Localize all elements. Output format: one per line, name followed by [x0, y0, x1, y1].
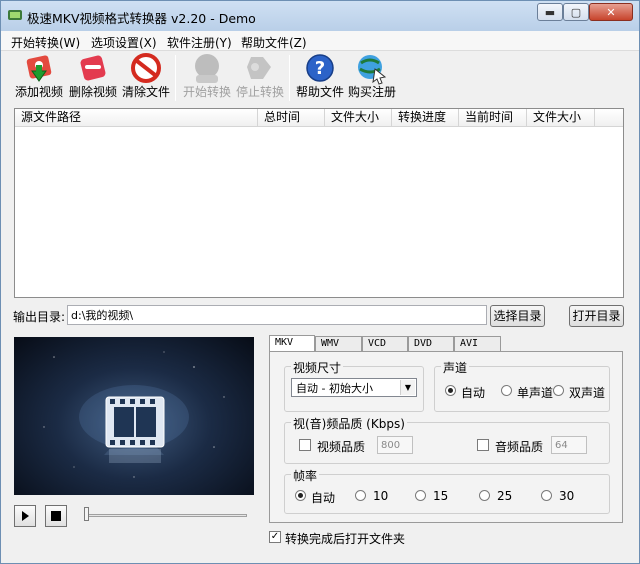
- output-dir-input[interactable]: [67, 305, 487, 325]
- toolbar: 添加视频 删除视频 清除文件 开始转换 停止转换 ? 帮助文件 购买注册: [1, 51, 639, 107]
- video-size-select[interactable]: 自动 - 初始大小 ▼: [291, 378, 417, 397]
- fps-30-radio[interactable]: [541, 490, 552, 501]
- minimize-button[interactable]: ▬: [537, 3, 563, 21]
- video-quality-label: 视频品质: [317, 440, 366, 454]
- clear-files-button[interactable]: 清除文件: [117, 53, 175, 103]
- audio-quality-label: 音频品质: [495, 440, 544, 454]
- quality-group: 视(音)频品质 (Kbps) 视频品质 音频品质: [284, 415, 610, 464]
- video-size-value: 自动 - 初始大小: [296, 382, 373, 395]
- tab-avi[interactable]: AVI: [454, 336, 501, 352]
- video-quality-input[interactable]: [377, 436, 413, 454]
- quality-title: 视(音)频品质 (Kbps): [291, 415, 407, 432]
- maximize-button[interactable]: ▢: [563, 3, 589, 21]
- fps-30-label: 30: [559, 489, 575, 503]
- film-strip-icon: [43, 351, 225, 478]
- output-dir-label: 输出目录:: [13, 310, 66, 324]
- file-list-header: 源文件路径 总时间 文件大小 转换进度 当前时间 文件大小: [15, 109, 623, 127]
- audio-channel-title: 声道: [441, 359, 470, 376]
- open-after-label: 转换完成后打开文件夹: [285, 532, 406, 546]
- channel-mono-radio[interactable]: [501, 385, 512, 396]
- fps-10-radio[interactable]: [355, 490, 366, 501]
- clear-icon: [131, 53, 161, 83]
- add-video-icon: [26, 55, 52, 82]
- column-file-size[interactable]: 文件大小: [325, 109, 392, 127]
- column-current-time[interactable]: 当前时间: [459, 109, 527, 127]
- audio-quality-checkbox[interactable]: [477, 439, 489, 451]
- video-quality-checkbox[interactable]: [299, 439, 311, 451]
- start-convert-icon: [195, 54, 219, 83]
- menu-bar: 开始转换(W) 选项设置(X) 软件注册(Y) 帮助文件(Z): [1, 31, 639, 51]
- seek-slider-track[interactable]: [85, 514, 247, 517]
- menu-help[interactable]: 帮助文件(Z): [241, 34, 307, 51]
- tab-vcd[interactable]: VCD: [362, 336, 408, 352]
- fps-25-label: 25: [497, 489, 513, 503]
- open-after-checkbox[interactable]: ✓: [269, 531, 281, 543]
- stop-button[interactable]: [45, 505, 67, 527]
- choose-dir-button[interactable]: 选择目录: [490, 305, 545, 327]
- menu-register[interactable]: 软件注册(Y): [167, 34, 232, 51]
- seek-slider-thumb[interactable]: [84, 507, 89, 521]
- chevron-down-icon: ▼: [400, 380, 415, 395]
- open-dir-button[interactable]: 打开目录: [569, 305, 624, 327]
- channel-mono-label: 单声道: [517, 386, 554, 400]
- video-size-group: 视频尺寸 自动 - 初始大小 ▼: [284, 359, 424, 412]
- audio-quality-input[interactable]: [551, 436, 587, 454]
- play-button[interactable]: [14, 505, 36, 527]
- menu-start-convert[interactable]: 开始转换(W): [11, 34, 80, 51]
- fps-auto-radio[interactable]: [295, 490, 306, 501]
- channel-auto-radio[interactable]: [445, 385, 456, 396]
- app-window: 极速MKV视频格式转换器 v2.20 - Demo ▬ ▢ ✕ 开始转换(W) …: [0, 0, 640, 564]
- video-preview: [14, 337, 254, 495]
- tab-mkv[interactable]: MKV: [269, 335, 315, 352]
- tab-dvd[interactable]: DVD: [408, 336, 454, 352]
- buy-register-button[interactable]: 购买注册: [343, 53, 401, 103]
- stop-convert-button[interactable]: 停止转换: [231, 53, 289, 103]
- column-source-path[interactable]: 源文件路径: [15, 109, 258, 127]
- tab-wmv[interactable]: WMV: [315, 336, 362, 352]
- channel-stereo-label: 双声道: [569, 386, 606, 400]
- stop-convert-icon: [247, 57, 271, 79]
- column-output-size[interactable]: 文件大小: [527, 109, 595, 127]
- close-button[interactable]: ✕: [589, 3, 633, 21]
- minimize-icon: ▬: [544, 5, 556, 19]
- help-icon: ?: [306, 54, 334, 82]
- play-icon: [22, 511, 29, 521]
- channel-auto-label: 自动: [461, 386, 486, 400]
- title-bar: 极速MKV视频格式转换器 v2.20 - Demo ▬ ▢ ✕: [1, 1, 639, 31]
- globe-cursor-icon: [358, 55, 387, 85]
- app-icon: [8, 10, 22, 20]
- delete-video-icon: [80, 55, 106, 81]
- framerate-title: 帧率: [291, 467, 320, 484]
- close-icon: ✕: [606, 5, 616, 19]
- fps-auto-label: 自动: [311, 491, 336, 505]
- column-total-time[interactable]: 总时间: [258, 109, 325, 127]
- fps-15-label: 15: [433, 489, 449, 503]
- fps-25-radio[interactable]: [479, 490, 490, 501]
- stop-icon: [51, 511, 61, 521]
- channel-stereo-radio[interactable]: [553, 385, 564, 396]
- maximize-icon: ▢: [570, 5, 582, 19]
- mkv-settings-panel: 视频尺寸 自动 - 初始大小 ▼ 声道 自动 单声道 双声道 视(音)频品质 (…: [269, 351, 623, 523]
- svg-text:?: ?: [315, 58, 325, 79]
- fps-15-radio[interactable]: [415, 490, 426, 501]
- fps-10-label: 10: [373, 489, 389, 503]
- framerate-group: 帧率 自动 10 15 25 30: [284, 467, 610, 514]
- window-title: 极速MKV视频格式转换器 v2.20 - Demo: [27, 11, 256, 26]
- file-list[interactable]: 源文件路径 总时间 文件大小 转换进度 当前时间 文件大小: [14, 108, 624, 298]
- audio-channel-group: 声道 自动 单声道 双声道: [434, 359, 610, 412]
- video-size-title: 视频尺寸: [291, 359, 344, 376]
- column-progress[interactable]: 转换进度: [392, 109, 459, 127]
- menu-options[interactable]: 选项设置(X): [91, 34, 157, 51]
